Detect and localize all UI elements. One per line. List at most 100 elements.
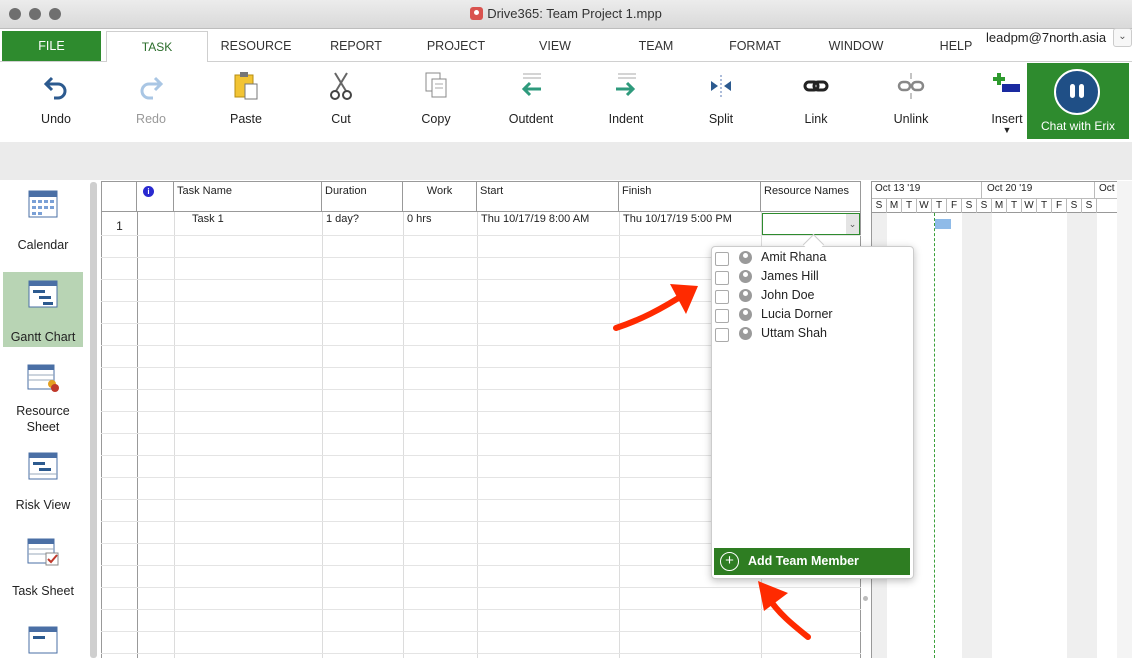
sidebar-item-task-sheet[interactable]: Task Sheet	[3, 536, 83, 602]
week-label: Oct 13 '19	[875, 183, 921, 194]
day-label: S	[1067, 199, 1082, 213]
day-label: M	[992, 199, 1007, 213]
header-resource-names[interactable]: Resource Names	[761, 181, 861, 212]
split-icon	[711, 75, 731, 97]
header-task-name[interactable]: Task Name	[174, 181, 322, 212]
tab-report[interactable]: REPORT	[312, 39, 400, 53]
duration-cell[interactable]: 1 day?	[326, 213, 359, 225]
member-name: Uttam Shah	[761, 326, 828, 340]
member-option[interactable]: Lucia Dorner	[715, 306, 905, 325]
undo-icon	[43, 76, 67, 100]
header-duration[interactable]: Duration	[322, 181, 403, 212]
undo-label: Undo	[41, 112, 71, 126]
day-label: T	[902, 199, 917, 213]
member-checkbox[interactable]	[715, 290, 729, 304]
redo-button[interactable]: Redo	[111, 66, 191, 126]
sidebar-item-gantt-chart[interactable]: Gantt Chart	[3, 272, 83, 347]
row-divider	[101, 587, 861, 588]
sidebar-item-resource-sheet[interactable]: Resource Sheet	[3, 362, 83, 434]
user-icon	[739, 289, 752, 302]
sheet-view-icon	[28, 626, 58, 654]
chat-with-erix-button[interactable]: Chat with Erix	[1027, 63, 1129, 139]
member-checkbox[interactable]	[715, 271, 729, 285]
weekend-column	[1067, 213, 1082, 658]
sidebar-item-calendar[interactable]: Calendar	[3, 186, 83, 256]
work-cell[interactable]: 0 hrs	[407, 213, 431, 225]
today-line	[934, 213, 936, 658]
user-menu-dropdown[interactable]: ⌄	[1113, 28, 1132, 47]
day-label: W	[1022, 199, 1037, 213]
header-finish[interactable]: Finish	[619, 181, 761, 212]
tab-format[interactable]: FORMAT	[712, 39, 798, 53]
row-divider	[101, 653, 861, 654]
row-divider	[101, 631, 861, 632]
sidebar-label-resource-line2: Sheet	[26, 420, 60, 434]
member-name: Lucia Dorner	[761, 307, 833, 321]
week-divider	[981, 182, 982, 199]
member-checkbox[interactable]	[715, 309, 729, 323]
tab-file[interactable]: FILE	[2, 31, 101, 61]
indent-icon	[616, 73, 636, 97]
member-option[interactable]: Amit Rhana	[715, 249, 905, 268]
indent-button[interactable]: Indent	[586, 66, 666, 126]
member-option[interactable]: James Hill	[715, 268, 905, 287]
tab-project[interactable]: PROJECT	[410, 39, 502, 53]
start-cell[interactable]: Thu 10/17/19 8:00 AM	[481, 213, 589, 225]
resource-dropdown-button[interactable]: ⌄	[846, 214, 859, 234]
redo-label: Redo	[136, 112, 166, 126]
unlink-button[interactable]: Unlink	[871, 66, 951, 126]
split-button[interactable]: Split	[681, 66, 761, 126]
outdent-label: Outdent	[508, 112, 554, 126]
split-label: Split	[708, 112, 734, 126]
tab-view[interactable]: VIEW	[515, 39, 595, 53]
day-label: T	[1007, 199, 1022, 213]
row-divider	[101, 609, 861, 610]
header-start[interactable]: Start	[477, 181, 619, 212]
member-checkbox[interactable]	[715, 252, 729, 266]
member-name: Amit Rhana	[761, 250, 827, 264]
task-name-cell[interactable]: Task 1	[192, 213, 224, 225]
member-option[interactable]: Uttam Shah	[715, 325, 905, 344]
sidebar-item-risk-view[interactable]: Risk View	[3, 450, 83, 516]
tab-window[interactable]: WINDOW	[815, 39, 897, 53]
tab-task[interactable]: TASK	[106, 31, 208, 63]
tab-team[interactable]: TEAM	[616, 39, 696, 53]
cut-button[interactable]: Cut	[301, 66, 381, 126]
day-label: T	[1037, 199, 1052, 213]
add-team-member-button[interactable]: + Add Team Member	[714, 548, 910, 575]
chat-label: Chat with Erix	[1040, 119, 1116, 133]
plus-icon: +	[720, 552, 739, 571]
task-bar[interactable]	[935, 219, 951, 229]
undo-button[interactable]: Undo	[16, 66, 96, 126]
day-label: T	[932, 199, 947, 213]
indent-label: Indent	[608, 112, 644, 126]
outdent-button[interactable]: Outdent	[491, 66, 571, 126]
sidebar-item-more-view[interactable]	[3, 624, 83, 658]
header-work[interactable]: Work	[403, 181, 477, 212]
member-option[interactable]: John Doe	[715, 287, 905, 306]
splitter-handle[interactable]	[863, 596, 868, 601]
tab-resource[interactable]: RESOURCE	[210, 39, 302, 53]
risk-view-icon	[28, 452, 58, 480]
gantt-scrollbar[interactable]	[1117, 181, 1132, 658]
paste-button[interactable]: Paste	[206, 66, 286, 126]
week-divider	[1094, 182, 1095, 199]
user-icon	[739, 327, 752, 340]
week-label: Oct	[1099, 183, 1115, 194]
link-button[interactable]: Link	[776, 66, 856, 126]
info-icon: i	[143, 186, 154, 197]
finish-cell[interactable]: Thu 10/17/19 5:00 PM	[623, 213, 732, 225]
header-info[interactable]: i	[137, 181, 174, 212]
calendar-icon	[28, 190, 58, 218]
copy-button[interactable]: Copy	[396, 66, 476, 126]
chat-icon	[1054, 69, 1100, 115]
tab-help[interactable]: HELP	[930, 39, 982, 53]
day-label: S	[872, 199, 887, 213]
weekend-column	[977, 213, 992, 658]
sidebar-scrollbar[interactable]	[90, 182, 97, 658]
member-checkbox[interactable]	[715, 328, 729, 342]
sidebar-label-risk-view: Risk View	[15, 498, 71, 512]
link-label: Link	[804, 112, 828, 126]
task-sheet-icon	[27, 538, 59, 566]
weekend-column	[1082, 213, 1097, 658]
